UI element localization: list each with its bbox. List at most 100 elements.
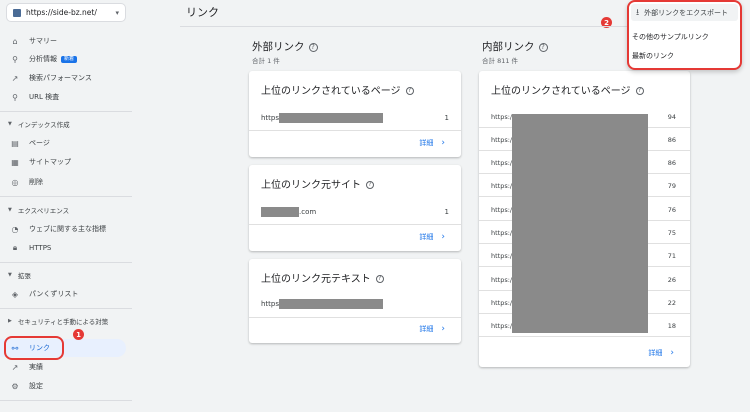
internal-top-linked-pages-card: 上位のリンクされているページ? https://94 https://86 ht… <box>479 71 690 367</box>
sidebar-item-label: パンくずリスト <box>29 290 79 298</box>
row-prefix: https <box>261 114 280 122</box>
row-value: 76 <box>667 205 676 214</box>
row-value: 86 <box>667 135 676 144</box>
section-label: エクスペリエンス <box>17 207 70 215</box>
row-value: 22 <box>667 298 676 307</box>
help-icon[interactable]: ? <box>375 275 384 283</box>
location-icon: ⚲ <box>12 54 18 64</box>
internal-links-total: 合計 811 件 <box>482 57 519 65</box>
section-label: 拡張 <box>17 272 31 280</box>
sidebar-divider <box>0 111 132 112</box>
export-external-links-button[interactable]: ⭳ 外部リンクをエクスポート <box>631 4 738 21</box>
card-divider <box>249 224 461 225</box>
export-menu: ⭳ 外部リンクをエクスポート その他のサンプルリンク 最新のリンク <box>627 0 742 70</box>
help-icon[interactable]: ? <box>405 87 414 95</box>
redacted-domain <box>261 207 299 217</box>
sidebar-divider <box>0 400 132 401</box>
help-icon[interactable]: ? <box>366 181 374 189</box>
sidebar-item-achievements[interactable]: ↗ 実績 <box>0 358 126 376</box>
details-label: 詳細 <box>419 139 434 147</box>
sidebar-item-core-web-vitals[interactable]: ◔ ウェブに関する主な指標 <box>0 220 126 238</box>
chevron-right-icon: › <box>670 348 674 358</box>
sidebar-divider <box>0 262 132 263</box>
menu-item-latest-links[interactable]: 最新のリンク <box>632 51 674 61</box>
achievement-icon: ↗ <box>11 362 19 372</box>
card-title-text: 上位のリンク元サイト <box>261 180 361 191</box>
step-1-badge: 1 <box>73 329 84 340</box>
row-value: 1 <box>444 208 449 216</box>
section-indexing[interactable]: ▼ インデックス作成 <box>0 117 132 131</box>
speed-icon: ◔ <box>11 224 19 234</box>
top-linking-sites-card: 上位のリンク元サイト? .com 1 詳細 › <box>249 165 461 251</box>
sidebar-item-pages[interactable]: ▤ ページ <box>0 134 126 152</box>
lock-icon: 🔒︎ <box>12 243 18 252</box>
site-favicon-icon <box>13 8 21 17</box>
sidebar-item-label: サマリー <box>29 37 57 45</box>
external-links-label: 外部リンク <box>252 41 305 53</box>
details-link[interactable]: 詳細 › <box>419 232 445 242</box>
chevron-right-icon: › <box>441 324 445 334</box>
sidebar-item-sitemaps[interactable]: ▦ サイトマップ <box>0 153 126 171</box>
sidebar-item-label: URL 検査 <box>29 93 60 101</box>
sidebar-item-label: ウェブに関する主な指標 <box>29 225 106 233</box>
sidebar-item-label: サイトマップ <box>29 158 71 166</box>
sidebar-item-label: ページ <box>29 139 50 147</box>
dropdown-caret-icon: ▾ <box>115 8 119 17</box>
top-linking-text-card: 上位のリンク元テキスト? https 詳細 › <box>249 259 461 343</box>
sidebar-item-summary[interactable]: ⌂ サマリー <box>0 32 126 50</box>
table-row[interactable]: https <box>261 297 449 311</box>
section-security[interactable]: ▶ セキュリティと手動による対策 <box>0 314 132 328</box>
section-label: セキュリティと手動による対策 <box>17 318 109 326</box>
card-title: 上位のリンク元サイト? <box>261 176 374 191</box>
new-badge: 新着 <box>61 55 78 63</box>
external-links-title: 外部リンク? <box>252 39 318 54</box>
section-enhancements[interactable]: ▼ 拡張 <box>0 268 132 282</box>
pages-icon: ▤ <box>11 138 19 148</box>
links-highlight-ring <box>4 336 64 360</box>
section-experience[interactable]: ▼ エクスペリエンス <box>0 203 132 217</box>
sidebar-item-settings[interactable]: ⚙ 設定 <box>0 377 126 395</box>
help-icon[interactable]: ? <box>538 42 548 52</box>
hidden-icon: ◎ <box>11 177 19 187</box>
menu-item-more-sample-links[interactable]: その他のサンプルリンク <box>632 32 709 42</box>
redacted-url <box>279 113 384 123</box>
table-row[interactable]: https 1 <box>261 111 449 125</box>
details-link[interactable]: 詳細 › <box>648 348 674 358</box>
export-label: 外部リンクをエクスポート <box>644 8 728 17</box>
redacted-text <box>279 299 384 309</box>
expand-triangle-icon: ▶ <box>8 318 12 324</box>
top-linked-pages-card: 上位のリンクされているページ? https 1 詳細 › <box>249 71 461 157</box>
sidebar-item-https[interactable]: 🔒︎ HTTPS <box>0 239 126 257</box>
details-link[interactable]: 詳細 › <box>419 138 445 148</box>
sidebar-item-label: 検索パフォーマンス <box>29 74 92 82</box>
sidebar-item-breadcrumbs[interactable]: ◈ パンくずリスト <box>0 285 126 303</box>
layers-icon: ◈ <box>11 289 19 299</box>
sidebar-item-url-inspection[interactable]: ⚲ URL 検査 <box>0 88 126 106</box>
card-title: 上位のリンクされているページ? <box>261 82 414 97</box>
details-link[interactable]: 詳細 › <box>419 324 445 334</box>
row-suffix: .com <box>299 208 317 216</box>
row-value: 86 <box>667 158 676 167</box>
sidebar-item-label: 実績 <box>29 363 43 371</box>
card-title: 上位のリンクされているページ? <box>491 82 644 97</box>
help-icon[interactable]: ? <box>308 42 318 52</box>
internal-links-title: 内部リンク? <box>482 39 548 54</box>
card-title-text: 上位のリンク元テキスト <box>261 274 371 285</box>
sidebar-item-insights[interactable]: ⚲ 分析情報 新着 <box>0 50 126 68</box>
details-label: 詳細 <box>419 325 434 333</box>
sidebar-item-label: 設定 <box>29 382 43 390</box>
page-title: リンク <box>186 6 219 19</box>
external-links-total: 合計 1 件 <box>252 57 280 65</box>
sidebar-divider <box>0 196 132 197</box>
home-icon: ⌂ <box>12 36 18 46</box>
row-value: 18 <box>667 321 676 330</box>
row-value: 26 <box>667 275 676 284</box>
section-label: インデックス作成 <box>17 121 70 129</box>
row-value: 94 <box>667 112 676 121</box>
collapse-triangle-icon: ▼ <box>8 207 12 213</box>
sidebar-item-removals[interactable]: ◎ 削除 <box>0 173 126 191</box>
property-selector[interactable]: https://side-bz.net/ ▾ <box>6 3 126 22</box>
sidebar-item-performance[interactable]: ↗ 検索パフォーマンス <box>0 69 126 87</box>
table-row[interactable]: .com 1 <box>261 205 449 219</box>
help-icon[interactable]: ? <box>635 87 644 95</box>
